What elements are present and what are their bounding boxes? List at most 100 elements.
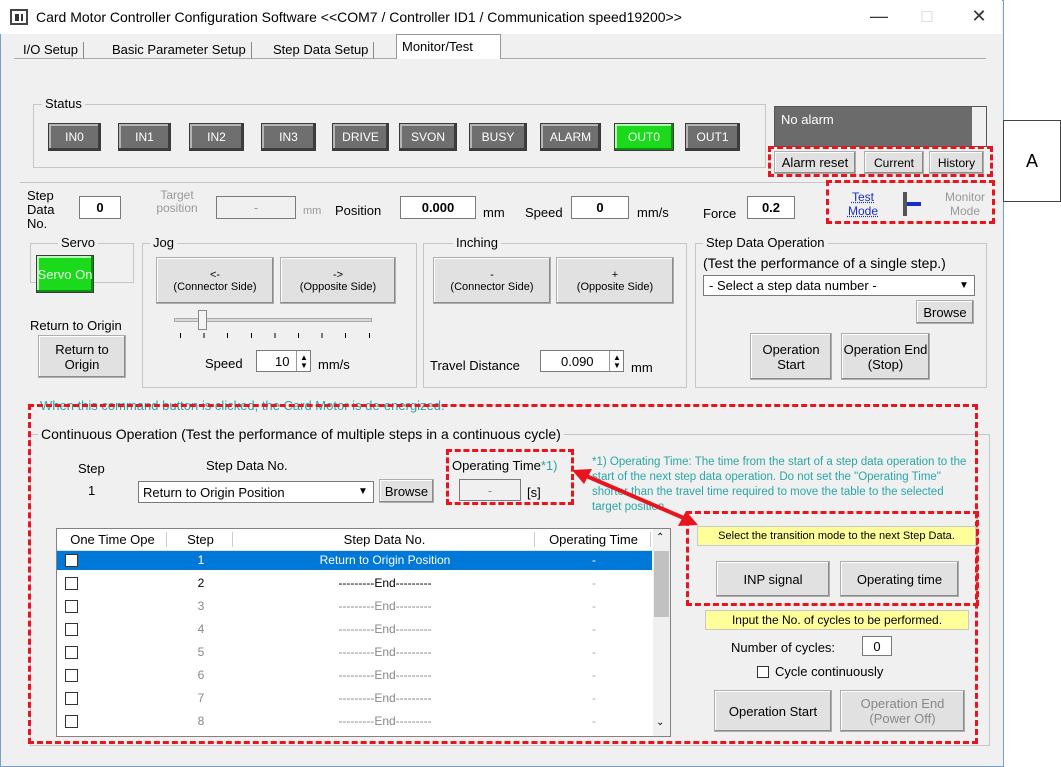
step-operation-dropdown-icon[interactable]: ▼ bbox=[955, 277, 973, 294]
one-time-checkbox[interactable] bbox=[65, 552, 78, 567]
annotation-box-alarm bbox=[768, 146, 993, 177]
inching-distance-label: Travel Distance bbox=[430, 358, 520, 373]
row-operating-time: - bbox=[592, 622, 596, 636]
lamp-in1: IN1 bbox=[118, 123, 171, 151]
lamp-svon: SVON bbox=[399, 123, 457, 151]
jog-opposite-side-button[interactable]: -> (Opposite Side) bbox=[280, 257, 396, 304]
column-header-one-time[interactable]: One Time Ope bbox=[59, 532, 167, 547]
table-row[interactable]: 4 ---------End--------- - bbox=[57, 620, 652, 639]
one-time-checkbox[interactable] bbox=[65, 646, 78, 659]
jog-speed-slider-ticks bbox=[180, 333, 370, 338]
one-time-checkbox[interactable] bbox=[65, 692, 78, 705]
table-header-row: One Time Ope Step Step Data No. Operatin… bbox=[57, 529, 654, 551]
monitor-position-label: Position bbox=[335, 203, 382, 218]
continuous-browse-button[interactable]: Browse bbox=[379, 479, 434, 503]
alarm-scrollbar[interactable] bbox=[972, 107, 986, 146]
row-operating-time: - bbox=[592, 599, 596, 613]
status-group-label: Status bbox=[42, 96, 85, 111]
continuous-end-button[interactable]: Operation End (Power Off) bbox=[840, 690, 965, 732]
monitor-position-unit: mm bbox=[483, 205, 505, 220]
step-operation-subtitle: (Test the performance of a single step.) bbox=[703, 255, 946, 271]
one-time-checkbox[interactable] bbox=[65, 577, 78, 590]
jog-connector-side-button[interactable]: <- (Connector Side) bbox=[156, 257, 274, 304]
table-row[interactable]: 8 ---------End--------- - bbox=[57, 712, 652, 731]
step-operation-end-button[interactable]: Operation End (Stop) bbox=[841, 333, 930, 380]
alarm-display: No alarm bbox=[774, 106, 987, 147]
table-row[interactable]: 6 ---------End--------- - bbox=[57, 666, 652, 685]
monitor-target-unit: mm bbox=[303, 205, 322, 217]
row-operating-time: - bbox=[592, 668, 596, 682]
step-operation-group-label: Step Data Operation bbox=[703, 235, 828, 250]
continuous-step-data-select[interactable]: Return to Origin Position bbox=[138, 481, 374, 503]
lamp-out0: OUT0 bbox=[614, 123, 674, 151]
step-operation-start-button[interactable]: Operation Start bbox=[750, 333, 832, 380]
one-time-checkbox[interactable] bbox=[65, 669, 78, 682]
cycles-input[interactable]: 0 bbox=[862, 636, 892, 656]
lamp-in0: IN0 bbox=[48, 123, 101, 151]
column-header-step[interactable]: Step bbox=[169, 532, 233, 547]
lamp-alarm: ALARM bbox=[540, 123, 601, 151]
table-row[interactable]: 3 ---------End--------- - bbox=[57, 597, 652, 616]
return-to-origin-button[interactable]: Return to Origin bbox=[38, 335, 126, 378]
row-step: 1 bbox=[197, 553, 205, 567]
tab-step-data-setup[interactable]: Step Data Setup bbox=[268, 42, 375, 59]
lamp-busy: BUSY bbox=[469, 123, 527, 151]
inching-distance-spinner-icon[interactable]: ▲ ▼ bbox=[609, 351, 623, 371]
row-step-data: ---------End--------- bbox=[338, 714, 432, 728]
lamp-out1: OUT1 bbox=[685, 123, 740, 151]
table-row[interactable]: 5 ---------End--------- - bbox=[57, 643, 652, 662]
monitor-position-value: 0.000 bbox=[400, 196, 476, 219]
one-time-checkbox[interactable] bbox=[65, 715, 78, 728]
table-row[interactable]: 1 Return to Origin Position - bbox=[57, 551, 652, 570]
table-row[interactable]: 7 ---------End--------- - bbox=[57, 689, 652, 708]
cycle-continuously-label: Cycle continuously bbox=[775, 664, 884, 679]
row-operating-time: - bbox=[592, 714, 596, 728]
table-body: 1 Return to Origin Position - 2 ---------End… bbox=[57, 551, 654, 736]
lamp-in2: IN2 bbox=[189, 123, 244, 151]
app-icon bbox=[10, 9, 28, 25]
column-header-step-data[interactable]: Step Data No. bbox=[235, 532, 535, 547]
return-to-origin-label: Return to Origin bbox=[30, 318, 122, 333]
servo-on-button[interactable]: Servo On bbox=[36, 255, 94, 293]
one-time-checkbox[interactable] bbox=[65, 623, 78, 636]
continuous-start-button[interactable]: Operation Start bbox=[714, 690, 832, 732]
tab-basic-parameter-setup[interactable]: Basic Parameter Setup bbox=[107, 42, 252, 59]
row-step: 7 bbox=[197, 691, 205, 705]
scroll-thumb[interactable] bbox=[654, 551, 669, 617]
continuous-step-data-dropdown-icon[interactable]: ▼ bbox=[354, 483, 372, 501]
scroll-up-icon[interactable]: ⌃ bbox=[656, 532, 664, 543]
jog-speed-spinner-icon[interactable]: ▲ ▼ bbox=[296, 351, 310, 371]
continuous-step-header: Step bbox=[78, 461, 105, 476]
step-operation-browse-button[interactable]: Browse bbox=[916, 300, 974, 324]
row-step: 4 bbox=[197, 622, 205, 636]
continuous-step-table: One Time Ope Step Step Data No. Operatin… bbox=[56, 528, 671, 737]
inching-connector-side-button[interactable]: - (Connector Side) bbox=[433, 257, 551, 304]
close-button[interactable]: ✕ bbox=[964, 6, 994, 27]
row-operating-time: - bbox=[592, 576, 596, 590]
table-row[interactable]: 2 ---------End--------- - bbox=[57, 574, 652, 593]
one-time-checkbox[interactable] bbox=[65, 600, 78, 613]
tab-monitor-test[interactable]: Monitor/Test bbox=[396, 34, 501, 59]
monitor-step-data-value: 0 bbox=[79, 196, 121, 219]
tab-io-setup[interactable]: I/O Setup bbox=[18, 42, 84, 59]
table-scrollbar[interactable]: ⌃ ⌄ bbox=[653, 529, 670, 736]
lamp-in3: IN3 bbox=[261, 123, 316, 151]
inching-connector-side-label: (Connector Side) bbox=[450, 280, 534, 293]
scroll-down-icon[interactable]: ⌄ bbox=[656, 717, 664, 728]
servo-group-label: Servo bbox=[58, 235, 98, 250]
annotation-callout-a: A bbox=[1003, 120, 1061, 202]
annotation-box-operating-time bbox=[446, 449, 574, 505]
inching-opposite-side-button[interactable]: + (Opposite Side) bbox=[556, 257, 674, 304]
cycle-continuously-checkbox[interactable] bbox=[757, 666, 769, 678]
monitor-speed-unit: mm/s bbox=[637, 205, 669, 220]
annotation-arrow bbox=[572, 469, 698, 526]
column-header-operating-time[interactable]: Operating Time bbox=[537, 532, 651, 547]
inching-group-label: Inching bbox=[453, 235, 501, 250]
minimize-button[interactable]: — bbox=[864, 6, 894, 27]
annotation-box-transition bbox=[686, 511, 979, 606]
row-operating-time: - bbox=[592, 553, 596, 567]
jog-connector-side-label: (Connector Side) bbox=[173, 280, 257, 293]
jog-left-arrow: <- bbox=[209, 268, 221, 281]
step-operation-select[interactable]: - Select a step data number - bbox=[703, 275, 975, 296]
jog-speed-slider-thumb[interactable] bbox=[198, 310, 207, 330]
